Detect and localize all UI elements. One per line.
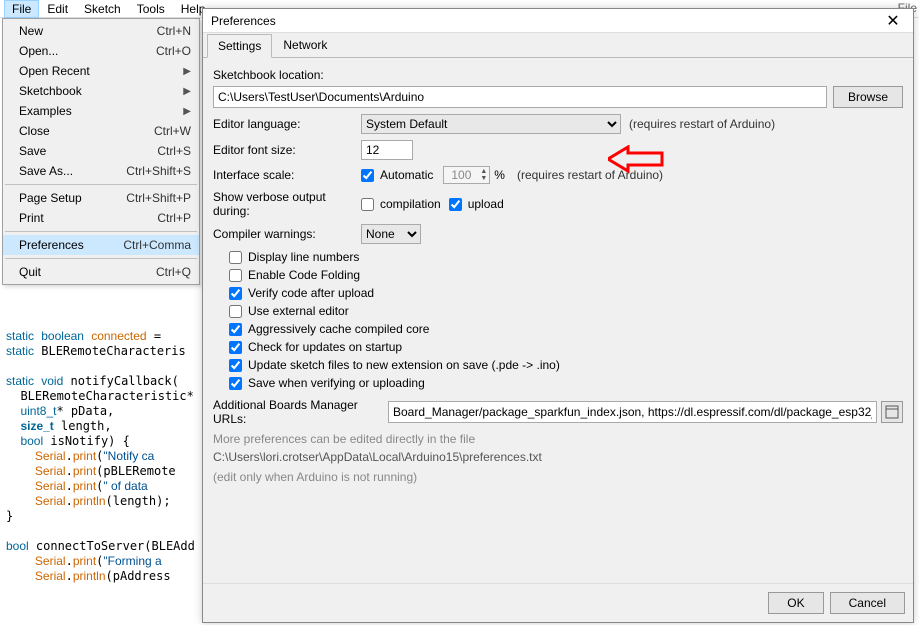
dialog-buttons: OK Cancel	[203, 583, 913, 622]
dialog-titlebar: Preferences ✕	[203, 9, 913, 33]
checkbox[interactable]	[229, 341, 242, 354]
pref-check-check-for-updates-on-startup[interactable]: Check for updates on startup	[229, 340, 903, 354]
verbose-upload-label: upload	[468, 197, 504, 211]
menu-item-print[interactable]: PrintCtrl+P	[3, 208, 199, 228]
note-prefs-path: C:\Users\lori.crotser\AppData\Local\Ardu…	[213, 450, 903, 464]
pref-check-aggressively-cache-compiled-core[interactable]: Aggressively cache compiled core	[229, 322, 903, 336]
menu-edit[interactable]: Edit	[39, 0, 76, 18]
ok-button[interactable]: OK	[768, 592, 823, 614]
editor-language-hint: (requires restart of Arduino)	[629, 117, 775, 131]
preferences-dialog: Preferences ✕ Settings Network Sketchboo…	[202, 8, 914, 623]
checkbox[interactable]	[229, 305, 242, 318]
interface-scale-spinner[interactable]: ▲▼	[443, 166, 490, 184]
compiler-warnings-select[interactable]: None	[361, 224, 421, 244]
menu-item-save[interactable]: SaveCtrl+S	[3, 141, 199, 161]
code-editor-background: static boolean connected = static BLERem…	[6, 314, 206, 584]
compiler-warnings-label: Compiler warnings:	[213, 227, 361, 241]
tabs: Settings Network	[203, 33, 913, 58]
submenu-arrow-icon: ▶	[183, 86, 191, 97]
submenu-arrow-icon: ▶	[183, 106, 191, 117]
cancel-button[interactable]: Cancel	[830, 592, 905, 614]
pref-check-update-sketch-files-to-new-extension-on-save-pde-ino[interactable]: Update sketch files to new extension on …	[229, 358, 903, 372]
interface-scale-hint: (requires restart of Arduino)	[517, 168, 663, 182]
pref-check-save-when-verifying-or-uploading[interactable]: Save when verifying or uploading	[229, 376, 903, 390]
note-edit-file: More preferences can be edited directly …	[213, 432, 903, 446]
menu-item-preferences[interactable]: PreferencesCtrl+Comma	[3, 235, 199, 255]
dialog-body: Sketchbook location: Browse Editor langu…	[203, 58, 913, 583]
boards-urls-label: Additional Boards Manager URLs:	[213, 398, 388, 426]
file-menu-dropdown: NewCtrl+NOpen...Ctrl+OOpen Recent▶Sketch…	[2, 18, 200, 285]
verbose-compilation-label: compilation	[380, 197, 441, 211]
tab-network[interactable]: Network	[272, 33, 338, 57]
editor-language-select[interactable]: System Default	[361, 114, 621, 134]
interface-scale-value	[444, 168, 478, 182]
boards-urls-input[interactable]	[388, 401, 877, 423]
menu-item-save-as-[interactable]: Save As...Ctrl+Shift+S	[3, 161, 199, 181]
interface-scale-auto-checkbox[interactable]	[361, 169, 374, 182]
checkbox[interactable]	[229, 251, 242, 264]
pref-check-enable-code-folding[interactable]: Enable Code Folding	[229, 268, 903, 282]
menu-item-close[interactable]: CloseCtrl+W	[3, 121, 199, 141]
checkbox[interactable]	[229, 287, 242, 300]
menu-item-sketchbook[interactable]: Sketchbook▶	[3, 81, 199, 101]
submenu-arrow-icon: ▶	[183, 66, 191, 77]
tab-settings[interactable]: Settings	[207, 34, 272, 58]
spinner-buttons-icon[interactable]: ▲▼	[478, 168, 489, 182]
sketchbook-location-input[interactable]	[213, 86, 827, 108]
menu-item-page-setup[interactable]: Page SetupCtrl+Shift+P	[3, 188, 199, 208]
menu-file[interactable]: File	[4, 0, 39, 18]
menu-item-new[interactable]: NewCtrl+N	[3, 21, 199, 41]
window-icon	[885, 405, 899, 419]
sketchbook-location-label: Sketchbook location:	[213, 68, 903, 82]
close-icon[interactable]: ✕	[881, 11, 905, 31]
menu-item-open-[interactable]: Open...Ctrl+O	[3, 41, 199, 61]
boards-urls-edit-button[interactable]	[881, 401, 903, 423]
menu-sketch[interactable]: Sketch	[76, 0, 129, 18]
pref-check-display-line-numbers[interactable]: Display line numbers	[229, 250, 903, 264]
percent-label: %	[494, 168, 505, 182]
menu-item-open-recent[interactable]: Open Recent▶	[3, 61, 199, 81]
verbose-upload-checkbox[interactable]	[449, 198, 462, 211]
checkbox[interactable]	[229, 377, 242, 390]
browse-button[interactable]: Browse	[833, 86, 903, 108]
checkbox[interactable]	[229, 359, 242, 372]
interface-scale-label: Interface scale:	[213, 168, 361, 182]
pref-check-verify-code-after-upload[interactable]: Verify code after upload	[229, 286, 903, 300]
dialog-title: Preferences	[211, 14, 881, 28]
checkbox[interactable]	[229, 269, 242, 282]
interface-scale-auto-label: Automatic	[380, 168, 433, 182]
menu-item-quit[interactable]: QuitCtrl+Q	[3, 262, 199, 282]
pref-check-use-external-editor[interactable]: Use external editor	[229, 304, 903, 318]
note-edit-when: (edit only when Arduino is not running)	[213, 470, 903, 484]
menu-item-examples[interactable]: Examples▶	[3, 101, 199, 121]
editor-font-size-input[interactable]	[361, 140, 413, 160]
checkbox[interactable]	[229, 323, 242, 336]
editor-language-label: Editor language:	[213, 117, 361, 131]
editor-font-size-label: Editor font size:	[213, 143, 361, 157]
verbose-label: Show verbose output during:	[213, 190, 361, 218]
menu-tools[interactable]: Tools	[129, 0, 173, 18]
verbose-compilation-checkbox[interactable]	[361, 198, 374, 211]
